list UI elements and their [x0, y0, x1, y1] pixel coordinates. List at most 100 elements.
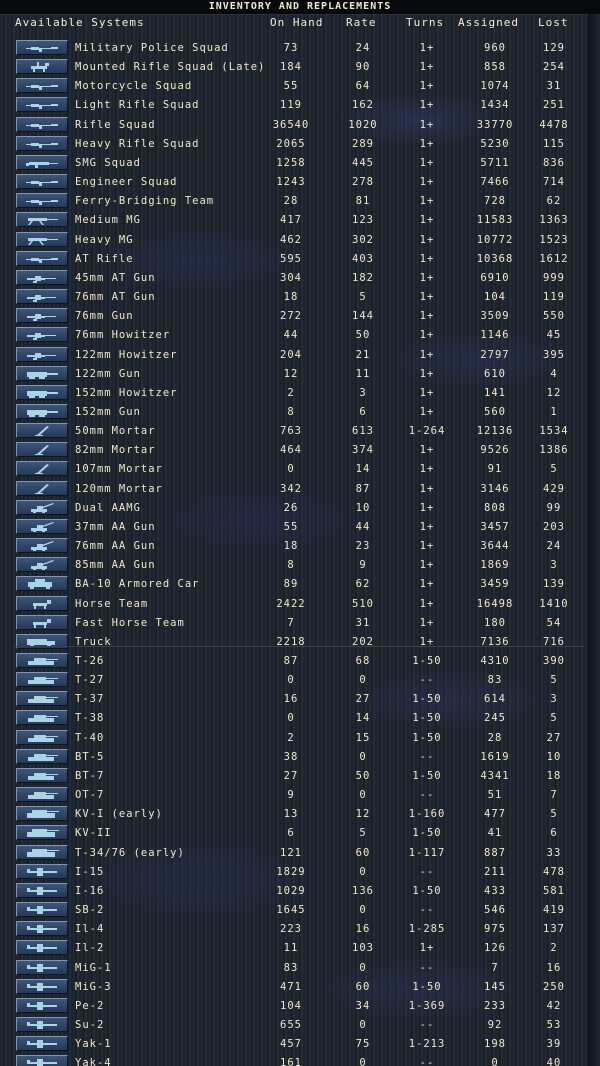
table-row[interactable]: Il-2 11 103 1+ 126 2: [0, 938, 600, 957]
unit-icon-button[interactable]: [16, 767, 68, 783]
table-row[interactable]: BT-5 38 0 -- 1619 10: [0, 747, 600, 766]
unit-icon-button[interactable]: [16, 595, 68, 611]
table-row[interactable]: OT-7 9 0 -- 51 7: [0, 785, 600, 804]
unit-icon-button[interactable]: [16, 499, 68, 515]
unit-icon-button[interactable]: [16, 174, 68, 190]
unit-icon-button[interactable]: [16, 518, 68, 534]
table-row[interactable]: 107mm Mortar 0 14 1+ 91 5: [0, 459, 600, 478]
unit-icon-button[interactable]: [16, 978, 68, 994]
unit-icon-button[interactable]: [16, 882, 68, 898]
table-row[interactable]: T-26 87 68 1-50 4310 390: [0, 651, 600, 670]
table-row[interactable]: 45mm AT Gun 304 182 1+ 6910 999: [0, 268, 600, 287]
unit-icon-button[interactable]: [16, 844, 68, 860]
unit-icon-button[interactable]: [16, 576, 68, 592]
unit-icon-button[interactable]: [16, 59, 68, 75]
table-row[interactable]: KV-I (early) 13 12 1-160 477 5: [0, 804, 600, 823]
table-row[interactable]: Heavy MG 462 302 1+ 10772 1523: [0, 230, 600, 249]
unit-icon-button[interactable]: [16, 1036, 68, 1052]
table-row[interactable]: Medium MG 417 123 1+ 11583 1363: [0, 210, 600, 229]
table-row[interactable]: I-15 1829 0 -- 211 478: [0, 862, 600, 881]
unit-icon-button[interactable]: [16, 78, 68, 94]
table-row[interactable]: Rifle Squad 36540 1020 1+ 33770 4478: [0, 115, 600, 134]
unit-icon-button[interactable]: [16, 327, 68, 343]
table-row[interactable]: Fast Horse Team 7 31 1+ 180 54: [0, 613, 600, 632]
unit-icon-button[interactable]: [16, 97, 68, 113]
table-row[interactable]: Il-4 223 16 1-285 975 137: [0, 919, 600, 938]
unit-icon-button[interactable]: [16, 403, 68, 419]
unit-icon-button[interactable]: [16, 959, 68, 975]
unit-icon-button[interactable]: [16, 154, 68, 170]
table-row[interactable]: Motorcycle Squad 55 64 1+ 1074 31: [0, 76, 600, 95]
unit-icon-button[interactable]: [16, 442, 68, 458]
table-row[interactable]: 76mm Howitzer 44 50 1+ 1146 45: [0, 325, 600, 344]
table-row[interactable]: Dual AAMG 26 10 1+ 808 99: [0, 498, 600, 517]
table-row[interactable]: Mounted Rifle Squad (Late) 184 90 1+ 858 254: [0, 57, 600, 76]
unit-icon-button[interactable]: [16, 997, 68, 1013]
table-row[interactable]: SMG Squad 1258 445 1+ 5711 836: [0, 153, 600, 172]
table-row[interactable]: T-34/76 (early) 121 60 1-117 887 33: [0, 843, 600, 862]
table-row[interactable]: 122mm Howitzer 204 21 1+ 2797 395: [0, 345, 600, 364]
unit-icon-button[interactable]: [16, 365, 68, 381]
table-row[interactable]: I-16 1029 136 1-50 433 581: [0, 881, 600, 900]
unit-icon-button[interactable]: [16, 461, 68, 477]
table-row[interactable]: 50mm Mortar 763 613 1-264 12136 1534: [0, 421, 600, 440]
unit-icon-button[interactable]: [16, 691, 68, 707]
unit-icon-button[interactable]: [16, 289, 68, 305]
unit-icon-button[interactable]: [16, 480, 68, 496]
unit-icon-button[interactable]: [16, 653, 68, 668]
table-row[interactable]: Yak-1 457 75 1-213 198 39: [0, 1034, 600, 1053]
table-row[interactable]: 85mm AA Gun 8 9 1+ 1869 3: [0, 555, 600, 574]
unit-icon-button[interactable]: [16, 806, 68, 822]
unit-icon-button[interactable]: [16, 825, 68, 841]
table-row[interactable]: 76mm AA Gun 18 23 1+ 3644 24: [0, 536, 600, 555]
unit-icon-button[interactable]: [16, 40, 68, 55]
table-row[interactable]: T-37 16 27 1-50 614 3: [0, 689, 600, 708]
unit-icon-button[interactable]: [16, 423, 68, 439]
unit-icon-button[interactable]: [16, 231, 68, 247]
unit-icon-button[interactable]: [16, 193, 68, 209]
unit-icon-button[interactable]: [16, 710, 68, 726]
table-row[interactable]: BT-7 27 50 1-50 4341 18: [0, 766, 600, 785]
unit-icon-button[interactable]: [16, 538, 68, 554]
unit-icon-button[interactable]: [16, 748, 68, 764]
table-row[interactable]: Heavy Rifle Squad 2065 289 1+ 5230 115: [0, 134, 600, 153]
table-row[interactable]: Light Rifle Squad 119 162 1+ 1434 251: [0, 95, 600, 114]
unit-icon-button[interactable]: [16, 1055, 68, 1066]
unit-icon-button[interactable]: [16, 116, 68, 132]
table-row[interactable]: 76mm Gun 272 144 1+ 3509 550: [0, 306, 600, 325]
unit-icon-button[interactable]: [16, 787, 68, 803]
table-row[interactable]: Military Police Squad 73 24 1+ 960 129: [0, 38, 600, 57]
unit-icon-button[interactable]: [16, 902, 68, 918]
unit-icon-button[interactable]: [16, 384, 68, 400]
unit-icon-button[interactable]: [16, 940, 68, 956]
unit-icon-button[interactable]: [16, 212, 68, 228]
table-row[interactable]: T-27 0 0 -- 83 5: [0, 670, 600, 689]
table-row[interactable]: 37mm AA Gun 55 44 1+ 3457 203: [0, 517, 600, 536]
table-row[interactable]: 82mm Mortar 464 374 1+ 9526 1386: [0, 440, 600, 459]
table-row[interactable]: SB-2 1645 0 -- 546 419: [0, 900, 600, 919]
table-row[interactable]: 122mm Gun 12 11 1+ 610 4: [0, 364, 600, 383]
table-row[interactable]: Pe-2 104 34 1-369 233 42: [0, 996, 600, 1015]
table-row[interactable]: AT Rifle 595 403 1+ 10368 1612: [0, 249, 600, 268]
table-row[interactable]: MiG-3 471 60 1-50 145 250: [0, 977, 600, 996]
table-row[interactable]: MiG-1 83 0 -- 7 16: [0, 958, 600, 977]
table-row[interactable]: Su-2 655 0 -- 92 53: [0, 1015, 600, 1034]
unit-icon-button[interactable]: [16, 672, 68, 688]
table-row[interactable]: Truck 2218 202 1+ 7136 716: [0, 632, 600, 651]
table-row[interactable]: Engineer Squad 1243 278 1+ 7466 714: [0, 172, 600, 191]
table-row[interactable]: T-38 0 14 1-50 245 5: [0, 708, 600, 727]
unit-icon-button[interactable]: [16, 614, 68, 630]
table-row[interactable]: T-40 2 15 1-50 28 27: [0, 728, 600, 747]
unit-icon-button[interactable]: [16, 557, 68, 573]
table-row[interactable]: Ferry-Bridging Team 28 81 1+ 728 62: [0, 191, 600, 210]
table-row[interactable]: 152mm Gun 8 6 1+ 560 1: [0, 402, 600, 421]
unit-icon-button[interactable]: [16, 346, 68, 362]
unit-icon-button[interactable]: [16, 269, 68, 285]
table-row[interactable]: 76mm AT Gun 18 5 1+ 104 119: [0, 287, 600, 306]
unit-icon-button[interactable]: [16, 729, 68, 745]
table-row[interactable]: Horse Team 2422 510 1+ 16498 1410: [0, 594, 600, 613]
unit-icon-button[interactable]: [16, 1016, 68, 1032]
unit-icon-button[interactable]: [16, 308, 68, 324]
table-row[interactable]: 152mm Howitzer 2 3 1+ 141 12: [0, 383, 600, 402]
unit-icon-button[interactable]: [16, 250, 68, 266]
